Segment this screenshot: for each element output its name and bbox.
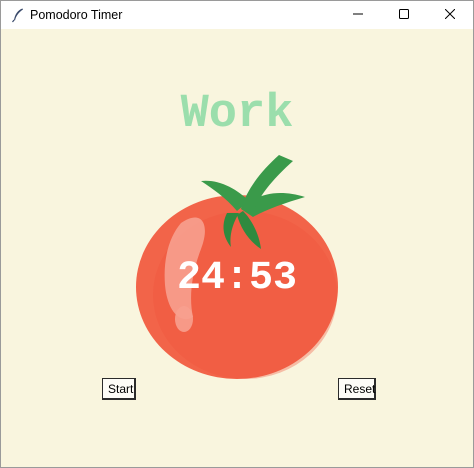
timer-display: 24:53 [176,256,298,301]
window-title: Pomodoro Timer [30,8,123,22]
mode-title: Work [180,88,294,141]
close-button[interactable] [428,1,472,29]
minimize-button[interactable] [336,1,380,29]
title-bar[interactable]: Pomodoro Timer [1,1,473,29]
timer-canvas: Work 24:53 Start Reset [1,29,473,467]
maximize-button[interactable] [382,1,426,29]
close-icon [444,6,456,24]
start-button[interactable]: Start [102,378,136,400]
minimize-icon [353,6,363,24]
app-window: Pomodoro Timer Work 24:53 Start Reset [0,0,474,468]
feather-icon [10,7,26,23]
reset-button[interactable]: Reset [338,378,376,400]
maximize-icon [399,6,409,24]
